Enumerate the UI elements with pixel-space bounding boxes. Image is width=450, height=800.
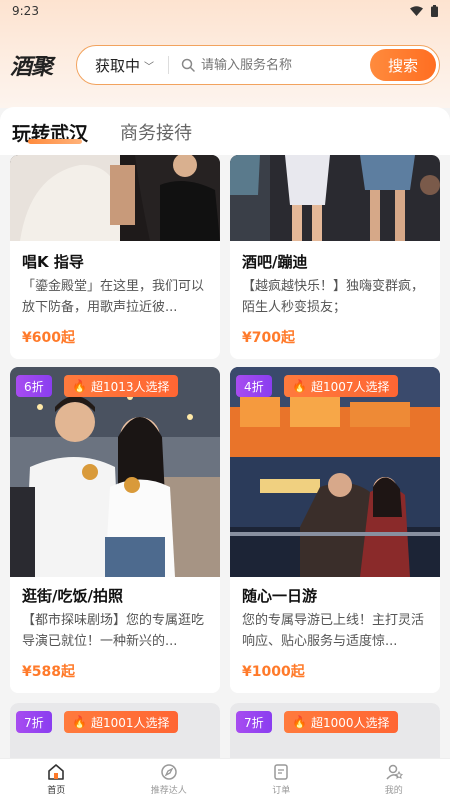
user-icon: [386, 764, 403, 780]
search-icon: [181, 58, 195, 72]
service-card[interactable]: 7折 🔥 超1000人选择: [230, 703, 440, 758]
search-bar: 获取中 ﹀ 搜索: [76, 45, 440, 85]
bottom-tab-bar: 首页 推荐达人 订单 我的: [0, 758, 450, 800]
discount-badge: 7折: [236, 711, 272, 733]
tabbar-label: 首页: [47, 786, 66, 796]
search-input[interactable]: [201, 57, 362, 73]
card-price: ¥700起: [242, 330, 295, 346]
active-tab-indicator: [28, 139, 82, 144]
card-title: 随心一日游: [242, 587, 318, 605]
flame-icon: 🔥: [292, 715, 307, 729]
popularity-text: 超1000人选择: [310, 715, 390, 730]
discount-badge: 4折: [236, 375, 272, 397]
tabbar-recommend[interactable]: 推荐达人: [113, 759, 226, 800]
flame-icon: 🔥: [72, 379, 87, 393]
service-card[interactable]: 7折 🔥 超1001人选择: [10, 703, 220, 758]
popularity-badge: 🔥 超1013人选择: [64, 375, 178, 397]
card-title: 逛街/吃饭/拍照: [22, 587, 123, 605]
order-icon: [274, 764, 288, 780]
popularity-text: 超1007人选择: [310, 379, 390, 394]
tabbar-label: 推荐达人: [150, 786, 187, 796]
popularity-badge: 🔥 超1000人选择: [284, 711, 398, 733]
service-card[interactable]: 酒吧/蹦迪 【越疯越快乐！】独嗨变群疯，陌生人秒变损友； ¥700起: [230, 155, 440, 359]
search-divider: [168, 56, 170, 74]
status-icons: [410, 5, 438, 17]
status-time: 9:23: [12, 4, 39, 18]
category-tabs: 玩转武汉 商务接待: [0, 107, 450, 155]
tabbar-home[interactable]: 首页: [0, 759, 113, 800]
card-price: ¥588起: [22, 664, 75, 680]
app-logo: 酒聚: [10, 54, 53, 80]
flame-icon: 🔥: [292, 379, 307, 393]
card-image-tour: [230, 367, 440, 577]
popularity-text: 超1013人选择: [90, 379, 170, 394]
card-image-street: [10, 367, 220, 577]
chevron-down-icon: ﹀: [144, 61, 155, 73]
tabbar-profile[interactable]: 我的: [338, 759, 450, 800]
flame-icon: 🔥: [72, 715, 87, 729]
home-icon: [48, 764, 65, 780]
status-bar: 9:23: [0, 0, 450, 22]
location-label: 获取中: [95, 56, 141, 75]
card-price: ¥600起: [22, 330, 75, 346]
service-card[interactable]: 4折 🔥 超1007人选择 随心一日游 您的专属导游已上线！主打灵活响应、贴心服…: [230, 367, 440, 693]
card-image-bar: [230, 155, 440, 241]
card-title: 唱K 指导: [22, 253, 84, 271]
compass-icon: [161, 764, 177, 780]
header: 酒聚 获取中 ﹀ 搜索: [0, 42, 450, 88]
popularity-badge: 🔥 超1007人选择: [284, 375, 398, 397]
discount-badge: 7折: [16, 711, 52, 733]
discount-badge: 6折: [16, 375, 52, 397]
card-description: 【越疯越快乐！】独嗨变群疯，陌生人秒变损友；: [242, 279, 425, 315]
tabbar-label: 我的: [384, 786, 403, 796]
location-selector[interactable]: 获取中 ﹀: [95, 55, 154, 76]
card-image-ktv: [10, 155, 220, 241]
popularity-badge: 🔥 超1001人选择: [64, 711, 178, 733]
battery-icon: [431, 5, 438, 17]
service-grid: 唱K 指导 「鎏金殿堂」在这里，我们可以放下防备，用歌声拉近彼... ¥600起…: [0, 155, 450, 758]
service-card[interactable]: 唱K 指导 「鎏金殿堂」在这里，我们可以放下防备，用歌声拉近彼... ¥600起: [10, 155, 220, 359]
popularity-text: 超1001人选择: [90, 715, 170, 730]
card-title: 酒吧/蹦迪: [242, 253, 308, 271]
service-card[interactable]: 6折 🔥 超1013人选择 逛街/吃饭/拍照 【都市探味剧场】您的专属逛吃导演已…: [10, 367, 220, 693]
card-description: 您的专属导游已上线！主打灵活响应、贴心服务与适度惊...: [242, 613, 425, 649]
tabbar-orders[interactable]: 订单: [225, 759, 338, 800]
tabbar-label: 订单: [272, 786, 291, 796]
tab-business[interactable]: 商务接待: [120, 119, 192, 145]
card-description: 「鎏金殿堂」在这里，我们可以放下防备，用歌声拉近彼...: [22, 279, 205, 315]
card-price: ¥1000起: [242, 664, 305, 680]
search-button[interactable]: 搜索: [370, 49, 436, 81]
wifi-icon: [410, 6, 423, 16]
card-description: 【都市探味剧场】您的专属逛吃导演已就位！一种新兴的...: [22, 613, 205, 649]
